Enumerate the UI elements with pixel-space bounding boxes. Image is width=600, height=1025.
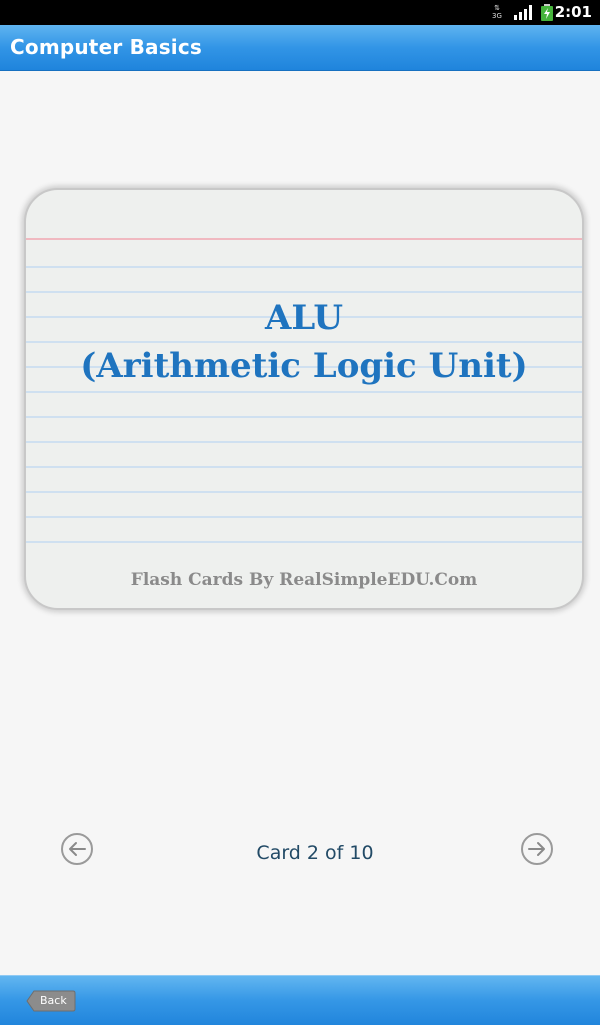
card-rule-line <box>26 491 582 493</box>
bottom-bar: Back <box>0 975 600 1025</box>
app-title-bar: Computer Basics <box>0 25 600 71</box>
card-counter: Card 2 of 10 <box>256 842 374 864</box>
card-term-full: (Arithmetic Logic Unit) <box>80 346 528 386</box>
back-button-label: Back <box>40 994 67 1007</box>
flash-card[interactable]: ALU (Arithmetic Logic Unit) Flash Cards … <box>24 188 584 610</box>
card-rule-line <box>26 516 582 518</box>
card-rule-line <box>26 416 582 418</box>
card-term-abbreviation: ALU <box>264 298 344 338</box>
arrow-left-circle-icon[interactable] <box>61 833 93 865</box>
battery-charging-icon <box>541 4 553 21</box>
card-rule-line <box>26 291 582 293</box>
card-rule-line <box>26 266 582 268</box>
card-rule-line <box>26 441 582 443</box>
arrow-right-circle-icon[interactable] <box>521 833 553 865</box>
status-bar: ⇅ 3G 2:01 <box>0 0 600 25</box>
card-margin-line <box>26 238 582 240</box>
card-rule-line <box>26 541 582 543</box>
card-rule-line <box>26 466 582 468</box>
card-credit: Flash Cards By RealSimpleEDU.Com <box>130 570 478 590</box>
signal-icon <box>514 5 532 20</box>
page-title: Computer Basics <box>10 35 203 59</box>
network-arrows-icon: ⇅ 3G <box>492 4 502 20</box>
card-rule-line <box>26 391 582 393</box>
card-term: ALU (Arithmetic Logic Unit) <box>26 294 582 390</box>
status-time: 2:01 <box>554 3 592 21</box>
network-type-label: 3G <box>492 12 502 20</box>
